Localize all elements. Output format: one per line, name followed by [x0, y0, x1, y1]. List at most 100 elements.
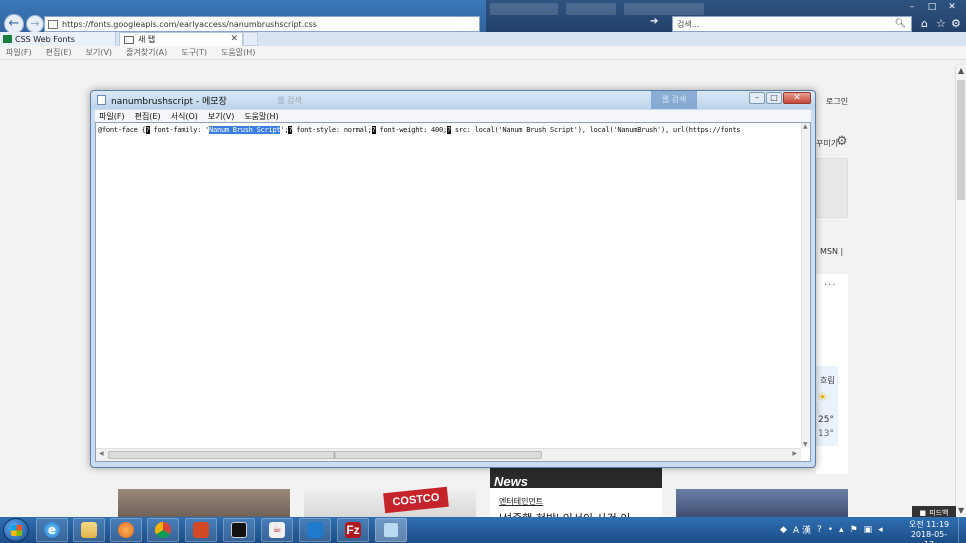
- notepad-window: nanumbrushscript - 메모장 웹 검색 웹 검색 – □ ✕ 파…: [90, 90, 816, 468]
- text-segment: font-family: ': [149, 126, 210, 134]
- tools-gear-icon[interactable]: ⚙: [951, 17, 961, 30]
- taskbar-java[interactable]: ☕: [261, 518, 293, 542]
- scroll-down-icon[interactable]: ▼: [958, 506, 964, 515]
- taskbar-media-player[interactable]: [110, 518, 142, 542]
- menu-view[interactable]: 보기(V): [86, 47, 112, 58]
- open-new-tab-button[interactable]: [243, 32, 258, 46]
- new-tab-icon: [124, 35, 134, 44]
- selected-text[interactable]: Nanum Brush Script: [209, 126, 281, 134]
- background-tab: [490, 3, 558, 15]
- grip-icon: ‖: [333, 452, 336, 459]
- customize-label[interactable]: 꾸미기: [816, 138, 838, 149]
- maximize-button[interactable]: □: [766, 92, 782, 104]
- clock[interactable]: 오전 11:19 2018-05-17: [906, 520, 952, 543]
- address-bar[interactable]: https://fonts.googleapis.com/earlyaccess…: [44, 16, 480, 32]
- menu-file[interactable]: 파일(F): [6, 47, 32, 58]
- ime-indicator[interactable]: A 漢: [793, 523, 811, 536]
- ime-pad-icon[interactable]: •: [828, 525, 833, 535]
- back-button[interactable]: ←: [4, 14, 24, 34]
- vertical-scrollbar[interactable]: ▲ ▼: [801, 123, 810, 448]
- menu-help[interactable]: 도움말(H): [221, 47, 255, 58]
- temperature-high: 25°: [818, 415, 834, 425]
- more-options-icon[interactable]: ···: [824, 280, 837, 291]
- clock-date: 2018-05-17: [910, 530, 948, 543]
- menu-tools[interactable]: 도구(T): [181, 47, 207, 58]
- show-desktop-button[interactable]: [958, 517, 966, 543]
- text-segment: font-weight: 400;: [375, 126, 448, 134]
- minimize-button[interactable]: –: [749, 92, 765, 104]
- scroll-right-icon[interactable]: ▶: [792, 450, 797, 457]
- horizontal-scroll-thumb[interactable]: ‖: [108, 451, 542, 459]
- network-icon[interactable]: ▣: [864, 525, 873, 535]
- scroll-down-icon[interactable]: ▼: [803, 441, 808, 448]
- close-tab-icon[interactable]: ✕: [230, 34, 238, 44]
- notepad-titlebar[interactable]: nanumbrushscript - 메모장 웹 검색 웹 검색 – □ ✕: [91, 91, 815, 109]
- flag-icon[interactable]: ⚑: [850, 525, 858, 535]
- feedback-label: 피드백: [929, 508, 949, 517]
- tray-expand-icon[interactable]: ▴: [839, 525, 844, 535]
- close-button[interactable]: ✕: [783, 92, 811, 104]
- menu-favorites[interactable]: 즐겨찾기(A): [126, 47, 167, 58]
- tab-css-web-fonts[interactable]: CSS Web Fonts: [0, 32, 116, 46]
- gear-icon[interactable]: ⚙: [836, 134, 848, 149]
- address-url: https://fonts.googleapis.com/earlyaccess…: [62, 19, 317, 29]
- shield-icon[interactable]: ◆: [780, 525, 787, 535]
- news-thumbnail[interactable]: [118, 489, 290, 517]
- menu-edit[interactable]: 편집(E): [46, 47, 72, 58]
- clock-time: 오전 11:19: [908, 520, 950, 529]
- scroll-up-icon[interactable]: ▲: [958, 66, 964, 75]
- home-icon[interactable]: ⌂: [921, 17, 928, 30]
- filezilla-icon: Fz: [345, 522, 361, 538]
- taskbar-internet-explorer[interactable]: e: [36, 518, 68, 542]
- windows-logo-icon: [11, 525, 22, 536]
- taskbar-powerpoint[interactable]: [185, 518, 217, 542]
- notepad-menu-file[interactable]: 파일(F): [99, 111, 125, 122]
- scroll-up-icon[interactable]: ▲: [803, 123, 808, 130]
- news-logo: News: [494, 474, 528, 489]
- weather-condition: 흐림: [820, 376, 835, 385]
- browser-minimize-button[interactable]: –: [904, 2, 920, 12]
- scrollbar-thumb[interactable]: [957, 80, 965, 200]
- start-button[interactable]: [3, 518, 29, 542]
- sun-icon: ☀: [817, 390, 828, 404]
- browser-maximize-button[interactable]: □: [924, 2, 940, 12]
- browser-menubar: 파일(F) 편집(E) 보기(V) 즐겨찾기(A) 도구(T) 도움말(H): [0, 46, 966, 60]
- notepad-menubar: 파일(F) 편집(E) 서식(O) 보기(V) 도움말(H): [95, 110, 811, 122]
- go-arrow-icon[interactable]: ➔: [650, 16, 658, 27]
- tab-label: 새 탭: [138, 35, 156, 44]
- news-thumbnail[interactable]: [676, 489, 848, 517]
- command-prompt-icon: [231, 522, 247, 538]
- login-link[interactable]: 로그인: [826, 96, 848, 107]
- scroll-left-icon[interactable]: ◀: [99, 450, 104, 457]
- taskbar-chrome[interactable]: [147, 518, 179, 542]
- media-player-icon: [118, 522, 134, 538]
- notepad-menu-view[interactable]: 보기(V): [208, 111, 234, 122]
- taskbar-vscode[interactable]: [299, 518, 331, 542]
- temperature-low: 13°: [818, 429, 834, 439]
- side-card: [816, 158, 848, 218]
- forward-button[interactable]: →: [26, 15, 44, 33]
- horizontal-scrollbar[interactable]: ◀ ‖ ▶: [96, 448, 801, 461]
- favorites-star-icon[interactable]: ☆: [936, 17, 946, 30]
- notepad-text-area[interactable]: @font-face {? font-family: 'Nanum Brush …: [95, 122, 811, 462]
- search-icon[interactable]: 🔍︎: [895, 19, 906, 29]
- taskbar-command-prompt[interactable]: [223, 518, 255, 542]
- taskbar-filezilla[interactable]: Fz: [337, 518, 369, 542]
- volume-icon[interactable]: ◂: [878, 525, 883, 535]
- search-box[interactable]: 검색... 🔍︎: [672, 16, 912, 32]
- notepad-menu-edit[interactable]: 편집(E): [135, 111, 161, 122]
- page-scrollbar[interactable]: ▲ ▼: [955, 66, 966, 517]
- msn-label[interactable]: MSN |: [820, 247, 843, 256]
- tab-new-tab[interactable]: 새 탭 ✕: [119, 32, 243, 46]
- notepad-menu-help[interactable]: 도움말(H): [244, 111, 278, 122]
- news-category-link[interactable]: 엔터테인먼트: [499, 496, 543, 507]
- help-icon[interactable]: ?: [817, 525, 822, 535]
- notepad-menu-format[interactable]: 서식(O): [171, 111, 198, 122]
- page-icon: [48, 19, 58, 29]
- folder-icon: [81, 522, 97, 538]
- browser-close-button[interactable]: ✕: [944, 2, 960, 12]
- taskbar-file-explorer[interactable]: [73, 518, 105, 542]
- taskbar-notepad[interactable]: [375, 518, 407, 542]
- background-search-text: 웹 검색: [277, 96, 302, 105]
- background-search-button: 웹 검색: [651, 91, 697, 109]
